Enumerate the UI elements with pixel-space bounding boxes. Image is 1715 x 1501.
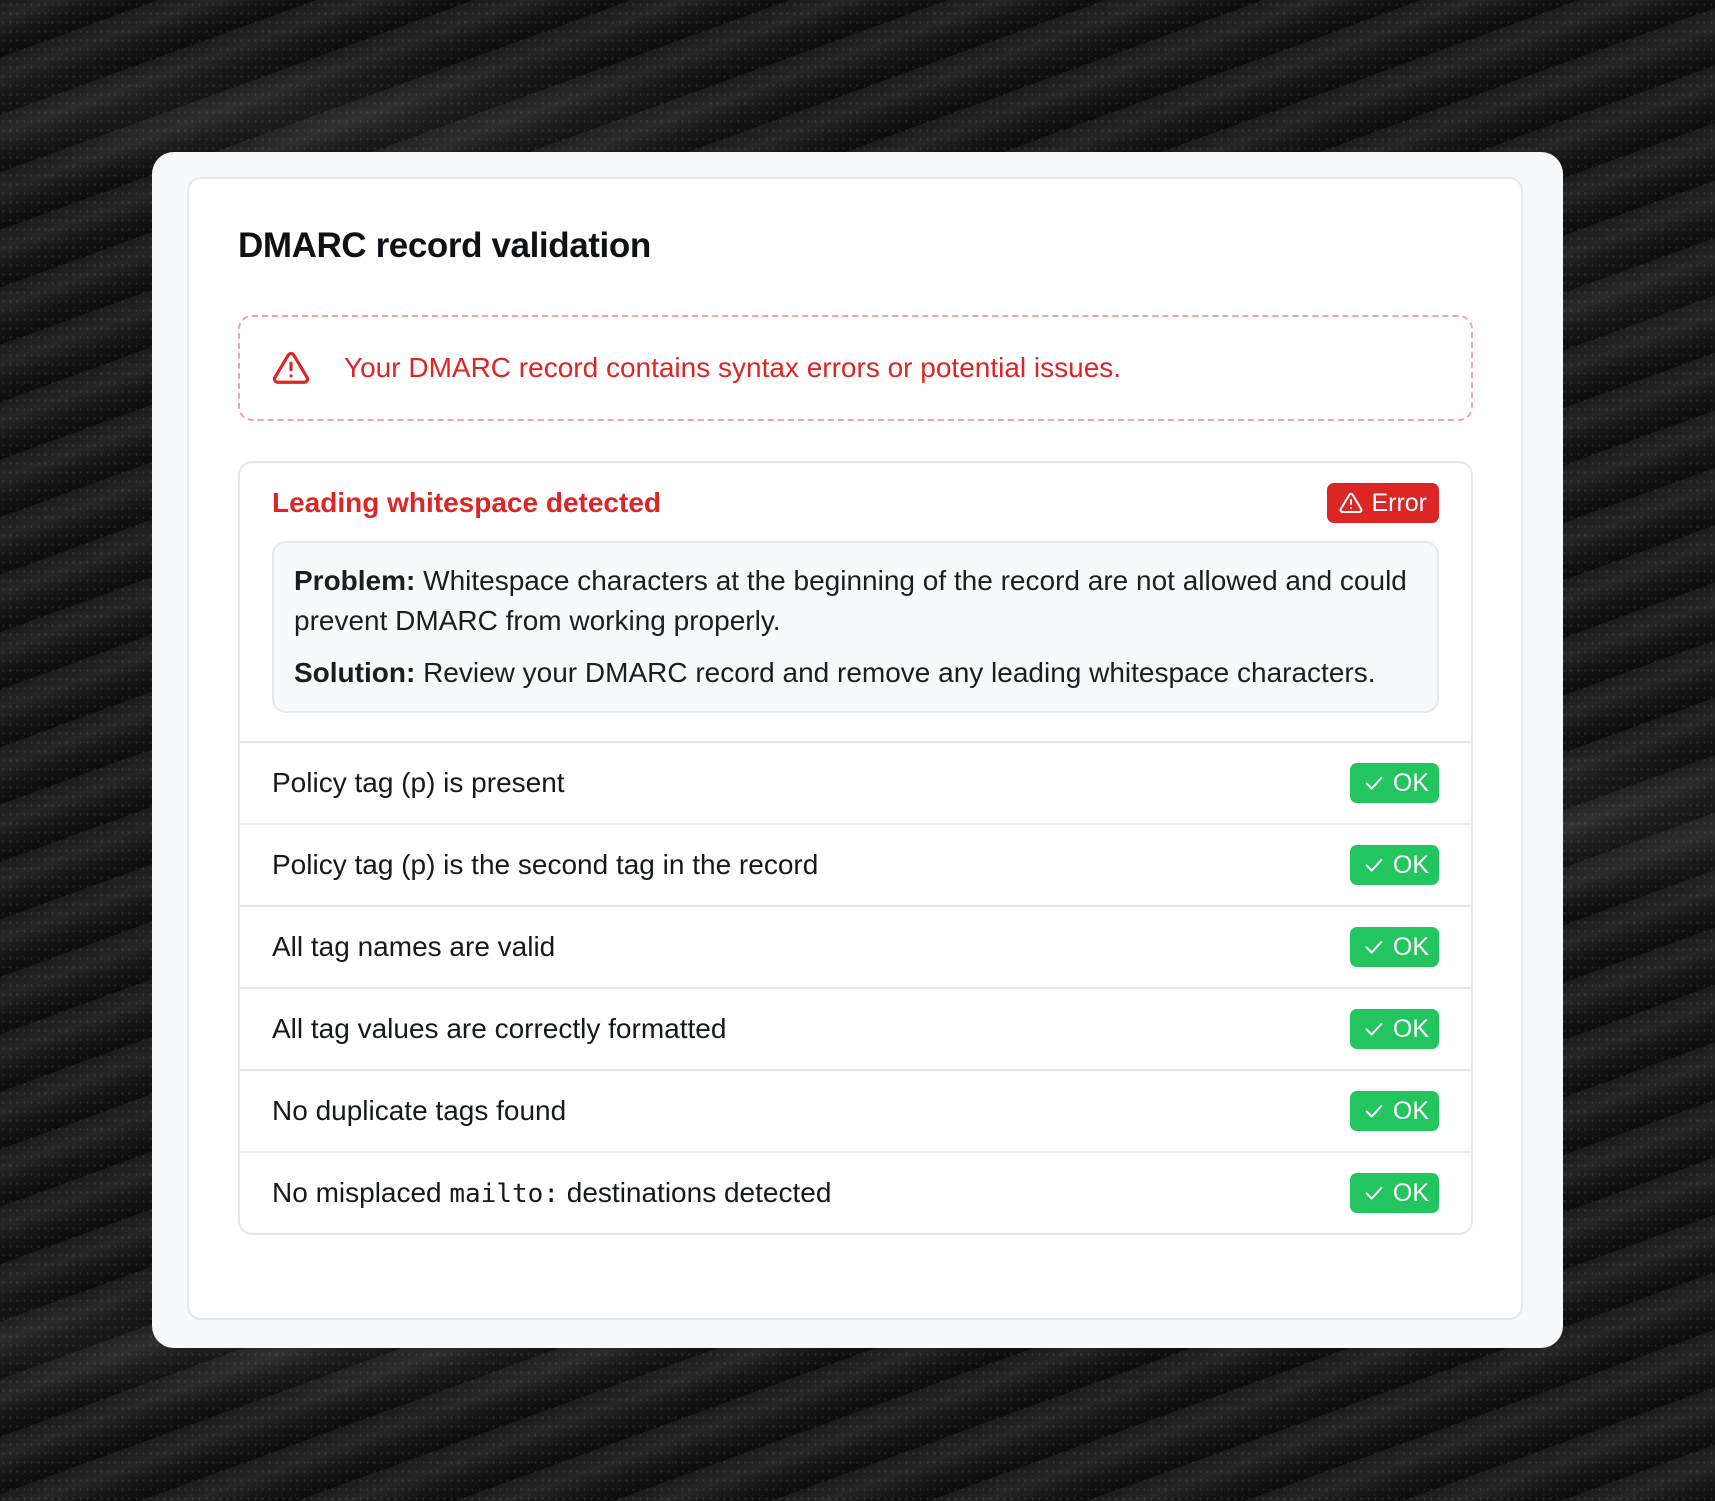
check-label-text: All tag values are correctly formatted	[272, 1013, 727, 1044]
check-icon	[1363, 854, 1385, 876]
error-badge: Error	[1327, 483, 1439, 523]
error-check: Leading whitespace detected Error Proble…	[240, 463, 1471, 743]
check-label-text: No misplaced	[272, 1177, 450, 1208]
error-check-header: Leading whitespace detected Error	[272, 483, 1439, 523]
check-icon	[1363, 772, 1385, 794]
solution-paragraph: Solution: Review your DMARC record and r…	[294, 653, 1417, 693]
check-icon	[1363, 1018, 1385, 1040]
ok-badge-label: OK	[1392, 1096, 1429, 1125]
ok-badge-label: OK	[1392, 932, 1429, 961]
ok-badge-label: OK	[1392, 768, 1429, 797]
check-label-text: All tag names are valid	[272, 931, 556, 962]
ok-badge-label: OK	[1392, 1178, 1429, 1207]
check-label-text: Policy tag (p) is present	[272, 767, 565, 798]
ok-badge: OK	[1349, 845, 1439, 885]
check-label: No duplicate tags found	[272, 1095, 566, 1127]
solution-text: Review your DMARC record and remove any …	[415, 657, 1376, 688]
alert-message: Your DMARC record contains syntax errors…	[344, 352, 1122, 383]
check-label-text-end: destinations detected	[558, 1177, 832, 1208]
check-row: No duplicate tags found OK	[240, 1071, 1471, 1153]
check-label-code: mailto:	[449, 1179, 559, 1209]
check-icon	[1363, 936, 1385, 958]
outer-card: DMARC record validation Your DMARC recor…	[152, 152, 1563, 1348]
ok-badge-label: OK	[1392, 1014, 1429, 1043]
warning-triangle-icon	[1339, 491, 1363, 515]
check-label-text: Policy tag (p) is the second tag in the …	[272, 849, 819, 880]
ok-badge: OK	[1349, 763, 1439, 803]
check-label: No misplaced mailto: destinations detect…	[272, 1177, 831, 1209]
error-check-title: Leading whitespace detected	[272, 487, 661, 518]
validation-card: DMARC record validation Your DMARC recor…	[187, 177, 1523, 1320]
card-title: DMARC record validation	[238, 226, 651, 265]
ok-badge-label: OK	[1392, 850, 1429, 879]
check-label-text: No duplicate tags found	[272, 1095, 567, 1126]
error-alert: Your DMARC record contains syntax errors…	[238, 315, 1473, 421]
check-row: All tag values are correctly formatted O…	[240, 989, 1471, 1071]
problem-text: Whitespace characters at the beginning o…	[294, 565, 1407, 636]
check-label: All tag values are correctly formatted	[272, 1013, 726, 1045]
error-badge-label: Error	[1371, 488, 1427, 517]
problem-paragraph: Problem: Whitespace characters at the be…	[294, 561, 1417, 641]
check-label: All tag names are valid	[272, 931, 555, 963]
error-details: Problem: Whitespace characters at the be…	[272, 541, 1439, 713]
check-row: All tag names are valid OK	[240, 907, 1471, 989]
check-icon	[1363, 1182, 1385, 1204]
checks-list: Leading whitespace detected Error Proble…	[238, 461, 1473, 1235]
ok-badge: OK	[1349, 1091, 1439, 1131]
check-label: Policy tag (p) is present	[272, 767, 565, 799]
check-row: Policy tag (p) is present OK	[240, 743, 1471, 825]
ok-badge: OK	[1349, 1173, 1439, 1213]
ok-badge: OK	[1349, 1009, 1439, 1049]
problem-label: Problem:	[294, 565, 416, 596]
check-icon	[1363, 1100, 1385, 1122]
check-label: Policy tag (p) is the second tag in the …	[272, 849, 818, 881]
warning-triangle-icon	[272, 349, 310, 387]
ok-badge: OK	[1349, 927, 1439, 967]
check-row: No misplaced mailto: destinations detect…	[240, 1153, 1471, 1233]
solution-label: Solution:	[294, 657, 416, 688]
check-row: Policy tag (p) is the second tag in the …	[240, 825, 1471, 907]
